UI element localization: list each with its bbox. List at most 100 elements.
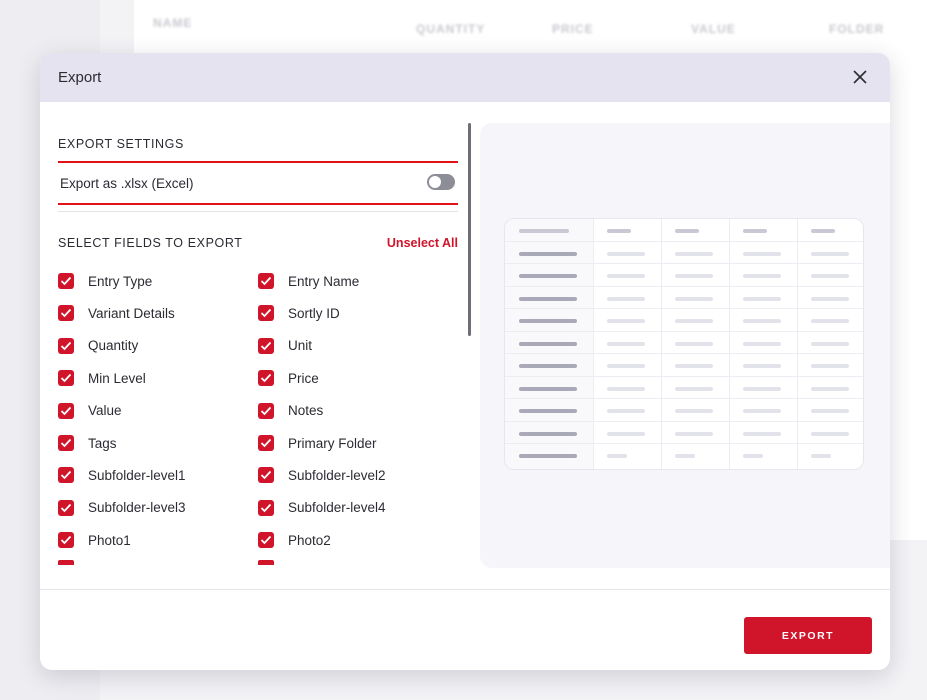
field-label: Min Level xyxy=(88,370,146,386)
field-label: Entry Name xyxy=(288,273,360,289)
sheet-cell-bar xyxy=(743,364,781,368)
sheet-cell-bar xyxy=(519,319,577,323)
field-label: Unit xyxy=(288,338,313,354)
close-icon xyxy=(853,70,867,84)
unselect-all-link[interactable]: Unselect All xyxy=(387,236,458,250)
checkbox[interactable] xyxy=(58,337,74,354)
field-checkbox-item[interactable]: Unit xyxy=(258,336,312,356)
checkmark-icon xyxy=(260,471,272,480)
field-label: Subfolder-level2 xyxy=(288,467,386,483)
sheet-cell-bar xyxy=(519,431,577,436)
field-checkbox-item[interactable]: Subfolder-level3 xyxy=(58,498,186,518)
field-checkbox-item[interactable]: Min Level xyxy=(58,368,146,388)
checkbox[interactable] xyxy=(258,467,274,484)
toggle-knob xyxy=(429,176,441,188)
sheet-cell-bar xyxy=(519,454,577,458)
field-label: Value xyxy=(88,403,122,419)
sheet-cell-bar xyxy=(743,341,781,346)
sheet-cell-bar xyxy=(607,319,645,323)
field-checkbox-item[interactable]: Quantity xyxy=(58,336,138,356)
spreadsheet-illustration xyxy=(504,218,864,470)
sheet-cell-bar xyxy=(811,319,849,323)
footer-divider xyxy=(40,589,890,590)
sheet-cell-bar xyxy=(743,274,781,278)
sheet-cell-bar xyxy=(675,431,713,436)
checkbox[interactable] xyxy=(258,532,274,549)
checkbox[interactable] xyxy=(58,467,74,484)
sheet-cell-bar xyxy=(675,341,713,346)
checkmark-icon xyxy=(260,276,272,286)
checkmark-icon xyxy=(260,503,272,513)
checkmark-icon xyxy=(60,406,72,415)
checkmark-icon xyxy=(260,309,272,318)
checkbox[interactable] xyxy=(258,499,274,516)
field-checkbox-item[interactable]: Photo2 xyxy=(258,530,331,550)
export-button[interactable]: EXPORT xyxy=(744,617,872,654)
sheet-cell-bar xyxy=(811,229,835,233)
sheet-cell-bar xyxy=(607,386,645,391)
sheet-cell-bar xyxy=(743,454,763,458)
close-button[interactable] xyxy=(850,67,870,87)
checkbox[interactable] xyxy=(58,305,74,322)
sheet-cell-bar xyxy=(607,364,645,368)
sheet-cell-bar xyxy=(607,296,645,301)
bg-header-price: PRICE xyxy=(552,22,594,36)
field-checkbox-item[interactable]: Notes xyxy=(258,401,323,421)
checkbox[interactable] xyxy=(58,435,74,451)
divider xyxy=(58,211,458,212)
checkbox[interactable] xyxy=(258,305,274,322)
field-checkbox-item[interactable]: Subfolder-level4 xyxy=(258,498,386,518)
field-checkbox-item[interactable]: Price xyxy=(258,368,319,388)
field-label: Variant Details xyxy=(88,305,175,321)
bg-header-name: NAME xyxy=(153,16,193,30)
sheet-cell-bar xyxy=(519,274,577,278)
checkmark-icon xyxy=(260,438,272,448)
field-checkbox-item[interactable]: Entry Type xyxy=(58,271,152,291)
export-modal: Export EXPORT SETTINGS Export as .xlsx (… xyxy=(40,53,890,670)
field-checkbox-item[interactable]: Primary Folder xyxy=(258,433,377,453)
sheet-cell-bar xyxy=(811,454,831,458)
sheet-cell-bar xyxy=(743,431,781,436)
checkmark-icon xyxy=(60,341,72,351)
sheet-cell-bar xyxy=(675,364,713,368)
field-checkbox-item[interactable]: Entry Name xyxy=(258,271,359,291)
select-fields-label: SELECT FIELDS TO EXPORT xyxy=(58,236,243,250)
checkbox[interactable] xyxy=(258,370,274,387)
sheet-cell-bar xyxy=(743,229,767,233)
field-checkbox-item[interactable]: Subfolder-level1 xyxy=(58,465,186,485)
checkbox[interactable] xyxy=(258,337,274,354)
checkbox[interactable] xyxy=(58,499,74,516)
checkmark-icon xyxy=(260,374,272,383)
sheet-cell-bar xyxy=(675,274,713,278)
xlsx-setting-row: Export as .xlsx (Excel) xyxy=(58,161,458,205)
sheet-cell-bar xyxy=(607,431,645,436)
checkbox[interactable] xyxy=(58,273,74,289)
field-checkbox-item[interactable]: Photo1 xyxy=(58,530,131,550)
sheet-cell-bar xyxy=(607,341,645,346)
fields-scrollbar[interactable] xyxy=(468,123,471,336)
bg-header-folder: FOLDER xyxy=(829,22,885,36)
checkbox[interactable] xyxy=(258,435,274,451)
xlsx-toggle[interactable] xyxy=(427,174,455,190)
field-checkbox-item[interactable]: Value xyxy=(58,401,122,421)
sheet-cell-bar xyxy=(811,251,849,256)
checkbox[interactable] xyxy=(58,370,74,387)
field-checkbox-item[interactable]: Tags xyxy=(58,433,117,453)
checkmark-icon xyxy=(260,406,272,415)
sheet-cell-bar xyxy=(675,409,713,413)
checkbox[interactable] xyxy=(58,402,74,419)
sheet-cell-bar xyxy=(811,274,849,278)
field-label: Photo1 xyxy=(88,532,131,548)
sheet-cell-bar xyxy=(743,409,781,413)
sheet-cell-bar xyxy=(607,454,627,458)
checkmark-icon xyxy=(260,536,272,545)
checkbox[interactable] xyxy=(58,532,74,549)
modal-header: Export xyxy=(40,53,890,102)
field-checkbox-item[interactable]: Variant Details xyxy=(58,303,175,323)
bg-header-quantity: QUANTITY xyxy=(416,22,486,36)
checkbox[interactable] xyxy=(258,402,274,419)
checkbox[interactable] xyxy=(258,273,274,289)
field-checkbox-item[interactable]: Subfolder-level2 xyxy=(258,465,386,485)
checkmark-icon xyxy=(60,471,72,480)
field-checkbox-item[interactable]: Sortly ID xyxy=(258,303,340,323)
